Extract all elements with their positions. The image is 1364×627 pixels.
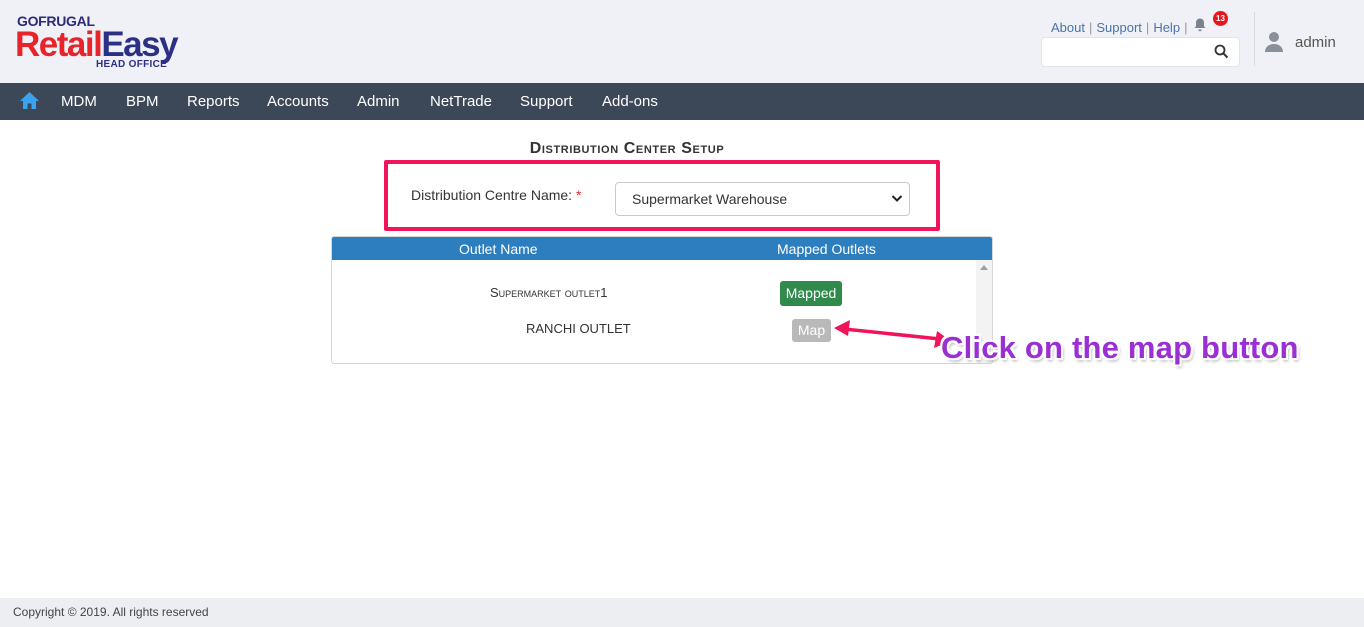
nav-accounts[interactable]: Accounts [267, 93, 329, 110]
bell-icon[interactable] [1192, 17, 1208, 33]
chevron-down-icon [891, 195, 903, 202]
mapped-button[interactable]: Mapped [780, 281, 842, 306]
copyright-text: Copyright © 2019. All rights reserved [13, 605, 209, 619]
search-input[interactable] [1048, 38, 1212, 66]
brand-subtitle: HEAD OFFICE [96, 59, 168, 70]
footer: Copyright © 2019. All rights reserved [0, 598, 1364, 627]
required-mark: * [575, 187, 582, 203]
app-header: GOFRUGAL RetailEasy HEAD OFFICE About | Su… [0, 0, 1364, 83]
dc-selected-value: Supermarket Warehouse [632, 191, 788, 207]
user-avatar-icon[interactable] [1265, 31, 1283, 53]
about-link[interactable]: About [1051, 20, 1085, 35]
nav-reports[interactable]: Reports [187, 93, 240, 110]
nav-addons[interactable]: Add-ons [602, 93, 658, 110]
outlet-name-cell: Supermarket outlet1 [490, 285, 608, 300]
notification-badge: 13 [1213, 11, 1228, 26]
top-links: About | Support | Help | [1051, 20, 1188, 35]
map-button[interactable]: Map [792, 319, 831, 342]
scroll-up-icon[interactable] [980, 265, 988, 270]
support-link[interactable]: Support [1096, 20, 1142, 35]
main-nav: MDM BPM Reports Accounts Admin NetTrade … [0, 83, 1364, 120]
outlet-name-cell: RANCHI OUTLET [526, 321, 631, 336]
col-outlet-name: Outlet Name [459, 241, 538, 257]
table-header: Outlet Name Mapped Outlets [332, 237, 992, 260]
dc-name-label: Distribution Centre Name: * [411, 187, 582, 203]
annotation-arrow [834, 320, 951, 348]
nav-mdm[interactable]: MDM [61, 93, 97, 110]
col-mapped-outlets: Mapped Outlets [777, 241, 876, 257]
dc-name-select[interactable]: Supermarket Warehouse [615, 182, 910, 216]
home-icon[interactable] [19, 91, 40, 110]
nav-nettrade[interactable]: NetTrade [430, 93, 492, 110]
search-icon[interactable] [1214, 44, 1229, 59]
nav-admin[interactable]: Admin [357, 93, 400, 110]
nav-support[interactable]: Support [520, 93, 573, 110]
help-link[interactable]: Help [1153, 20, 1180, 35]
search-box [1041, 37, 1240, 67]
annotation-callout: Click on the map button [941, 330, 1299, 365]
page-title: Distribution Center Setup [529, 140, 725, 157]
header-divider [1254, 12, 1255, 66]
retaileasy-logo[interactable]: GOFRUGAL RetailEasy HEAD OFFICE [15, 12, 205, 72]
username[interactable]: admin [1295, 34, 1336, 51]
nav-bpm[interactable]: BPM [126, 93, 159, 110]
